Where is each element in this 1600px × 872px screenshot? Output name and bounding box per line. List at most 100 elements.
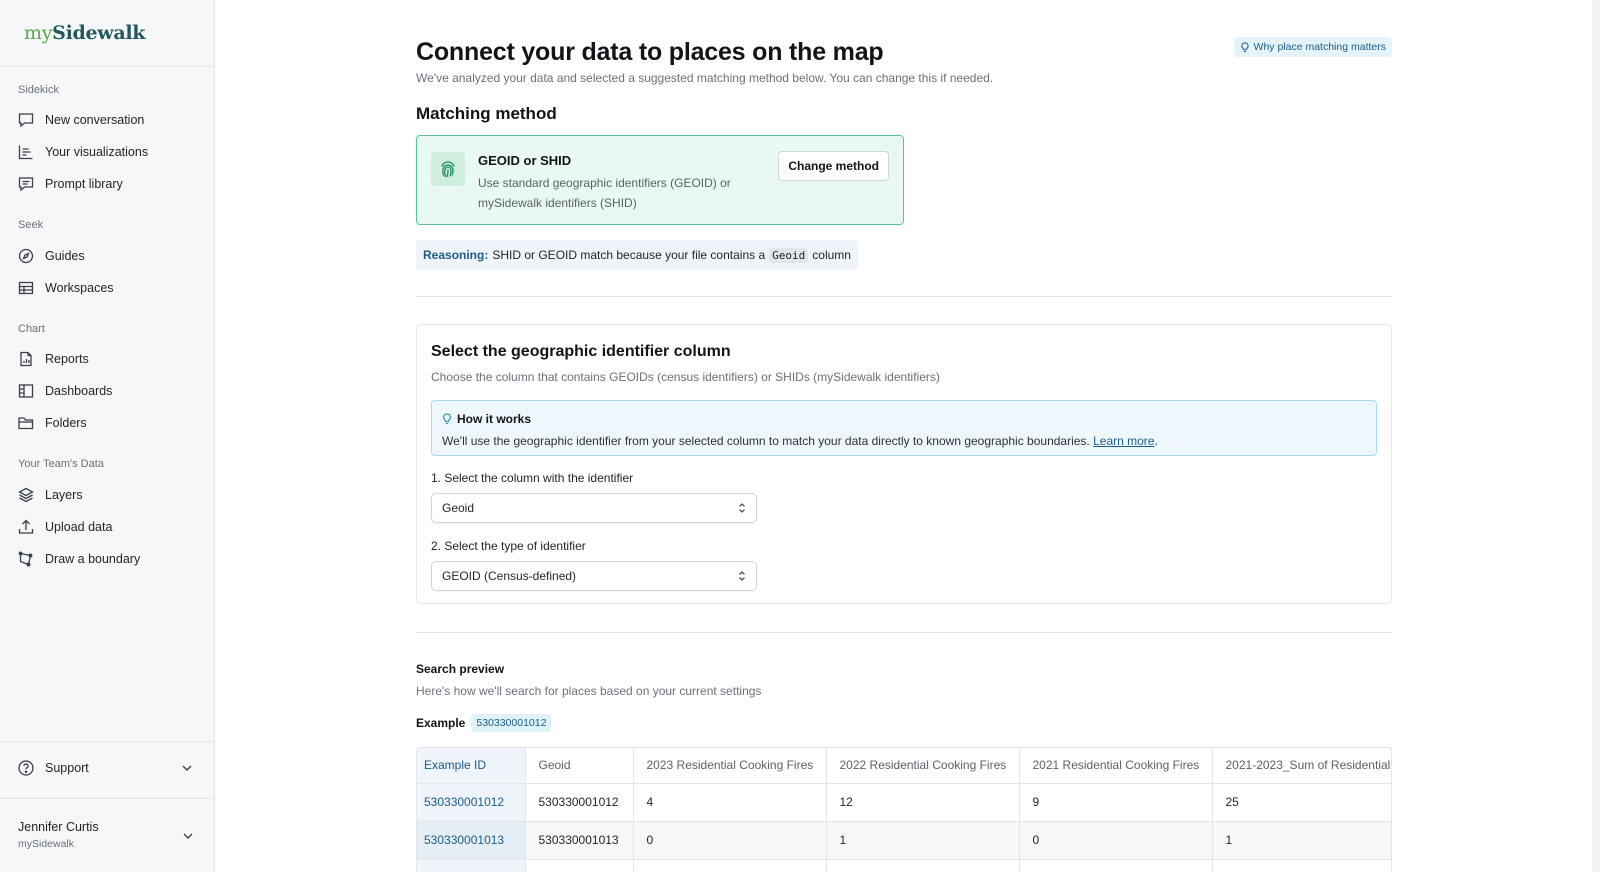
sidebar-item-dashboards[interactable]: Dashboards (17, 379, 112, 403)
lightbulb-icon (443, 413, 451, 425)
folder-icon (18, 417, 34, 430)
user-org: mySidewalk (18, 838, 75, 850)
matching-method-heading: Matching method (416, 104, 557, 123)
sidebar-item-new-conversation[interactable]: New conversation (17, 108, 144, 132)
sidebar-item-guides[interactable]: Guides (17, 244, 85, 268)
search-preview-title: Search preview (416, 662, 505, 676)
identifier-title: Select the geographic identifier column (431, 343, 731, 360)
example-id-link[interactable]: 530330001020 (417, 859, 526, 872)
fingerprint-icon (431, 152, 465, 186)
identifier-type-label: 2. Select the type of identifier (431, 539, 586, 553)
draw-boundary-icon (18, 551, 33, 567)
table-cell: 530330001013 (525, 821, 634, 860)
how-it-works-title: How it works (442, 412, 531, 426)
column-header: 2022 Residential Cooking Fires (826, 748, 1020, 784)
table-cell: 12 (826, 783, 1020, 822)
logo[interactable]: mySidewalk (24, 22, 145, 44)
sidebar-item-label: Prompt library (45, 177, 123, 191)
layers-icon (18, 487, 34, 503)
example-id-link[interactable]: 530330001012 (417, 783, 526, 822)
sidebar-item-your-visualizations[interactable]: Your visualizations (17, 140, 148, 164)
sidebar-item-reports[interactable]: Reports (17, 347, 89, 371)
method-title: GEOID or SHID (478, 153, 572, 168)
sidebar-item-label: New conversation (45, 113, 145, 127)
dashboard-icon (18, 384, 34, 398)
column-header: 2021-2023_Sum of Residential Cooking Fir… (1212, 748, 1391, 784)
sidebar-item-prompt-library[interactable]: Prompt library (17, 172, 123, 196)
sidebar-item-workspaces[interactable]: Workspaces (17, 276, 114, 300)
reasoning-label: Reasoning: (423, 248, 489, 262)
sidebar-item-upload-data[interactable]: Upload data (17, 515, 112, 539)
learn-more-link[interactable]: Learn more (1093, 434, 1154, 448)
divider (0, 66, 215, 67)
table-cell: 530330001012 (525, 783, 634, 822)
table-cell: 2 (1019, 859, 1213, 872)
bar-list-icon (18, 145, 33, 160)
matching-method-card: GEOID or SHID Use standard geographic id… (416, 135, 904, 225)
question-circle-icon (18, 760, 34, 776)
table-cell: 1 (826, 821, 1020, 860)
identifier-column-select[interactable]: Geoid (431, 493, 757, 523)
section-label-seek: Seek (18, 219, 44, 231)
reasoning-text-end: column (812, 248, 851, 262)
how-it-works-text: We'll use the geographic identifier from… (442, 434, 1158, 448)
table-cell: 25 (1212, 783, 1391, 822)
sidebar-item-label: Guides (45, 249, 85, 263)
table-cell: 0 (1019, 821, 1213, 860)
chevron-down-icon (183, 833, 193, 839)
table-icon (18, 281, 34, 295)
sidebar-item-draw-a-boundary[interactable]: Draw a boundary (17, 547, 140, 571)
support-menu[interactable]: Support (17, 756, 197, 780)
sidebar-item-label: Upload data (45, 520, 113, 534)
identifier-column-label: 1. Select the column with the identifier (431, 471, 634, 485)
example-label: Example (416, 716, 466, 730)
upload-icon (18, 519, 34, 534)
divider (416, 632, 1392, 633)
sidebar-item-label: Your visualizations (45, 145, 149, 159)
reasoning-code: Geoid (769, 247, 809, 263)
column-header: 2023 Residential Cooking Fires (633, 748, 827, 784)
table-row: 530330001013 530330001013 0 1 0 1 (417, 821, 1391, 860)
table-row: 530330001020 530330001020 2 1 2 1 (417, 859, 1391, 872)
sidebar-item-label: Draw a boundary (45, 552, 141, 566)
sidebar-item-label: Reports (45, 352, 89, 366)
preview-table[interactable]: Example ID Geoid 2023 Residential Cookin… (416, 747, 1392, 872)
table-cell: 530330001020 (525, 859, 634, 872)
table-cell: 9 (1019, 783, 1213, 822)
search-preview-subtitle: Here's how we'll search for places based… (416, 684, 762, 698)
identifier-subtitle: Choose the column that contains GEOIDs (… (431, 370, 940, 384)
table-header-row: Example ID Geoid 2023 Residential Cookin… (417, 748, 1391, 784)
how-it-works-body: We'll use the geographic identifier from… (442, 434, 1090, 448)
table-cell: 4 (633, 783, 827, 822)
divider (0, 741, 215, 742)
change-method-button[interactable]: Change method (778, 151, 889, 181)
report-icon (20, 351, 32, 367)
column-header: 2021 Residential Cooking Fires (1019, 748, 1213, 784)
logo-text-my: my (24, 22, 53, 44)
chevron-down-icon (182, 765, 192, 771)
section-label-team-data: Your Team's Data (18, 458, 104, 470)
table-cell: 1 (1212, 859, 1391, 872)
page-scrollbar[interactable] (1592, 0, 1600, 872)
compass-icon (18, 248, 34, 264)
sidebar-item-folders[interactable]: Folders (17, 411, 87, 435)
table-cell: 2 (633, 859, 827, 872)
example-id-link[interactable]: 530330001013 (417, 821, 526, 860)
section-label-sidekick: Sidekick (18, 84, 59, 96)
table-cell: 0 (633, 821, 827, 860)
reasoning-banner: Reasoning: SHID or GEOID match because y… (416, 240, 858, 270)
sidebar-item-label: Workspaces (45, 281, 114, 295)
identifier-type-select[interactable]: GEOID (Census-defined) (431, 561, 757, 591)
page-subtitle: We've analyzed your data and selected a … (416, 71, 994, 85)
sidebar-item-label: Layers (45, 488, 83, 502)
chat-icon (18, 113, 34, 128)
user-menu[interactable]: Jennifer Curtis mySidewalk (18, 820, 198, 850)
lightbulb-icon (1240, 41, 1249, 52)
table-cell: 1 (1212, 821, 1391, 860)
sidebar-item-label: Folders (45, 416, 87, 430)
example-row: Example 530330001012 (416, 714, 552, 732)
why-place-matching-button[interactable]: Why place matching matters (1233, 37, 1392, 57)
column-header: Example ID (417, 748, 526, 784)
sidebar-item-layers[interactable]: Layers (17, 483, 83, 507)
method-description: Use standard geographic identifiers (GEO… (478, 176, 731, 210)
